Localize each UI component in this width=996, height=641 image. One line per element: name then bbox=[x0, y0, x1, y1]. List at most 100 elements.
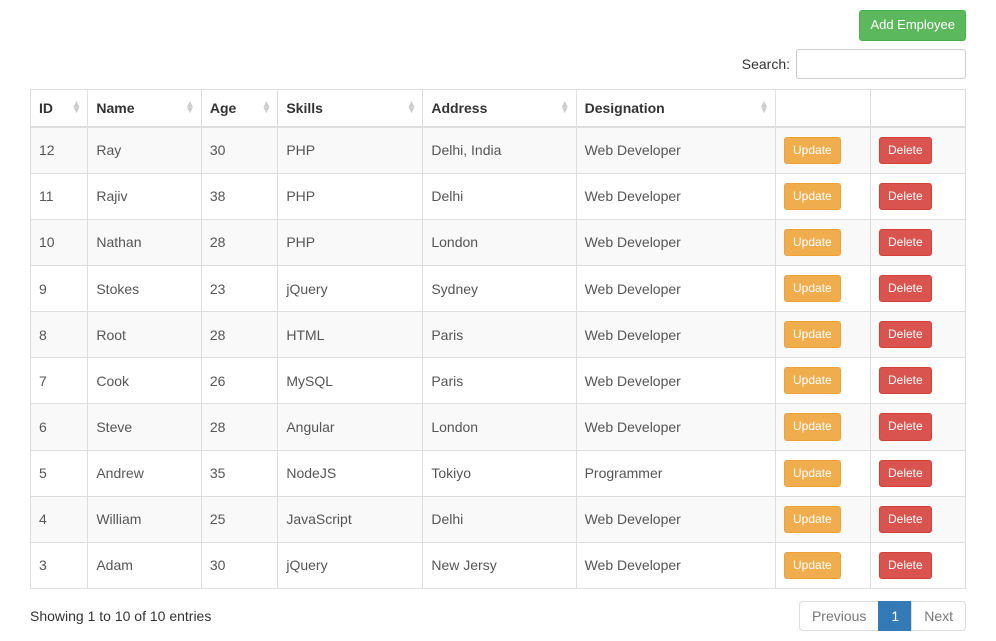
delete-button[interactable]: Delete bbox=[879, 183, 932, 210]
update-button[interactable]: Update bbox=[784, 552, 841, 579]
cell-age: 28 bbox=[201, 219, 278, 265]
cell-skills: jQuery bbox=[278, 265, 423, 311]
column-header-address[interactable]: Address ▲▼ bbox=[423, 89, 576, 127]
cell-address: Delhi bbox=[423, 173, 576, 219]
cell-address: Sydney bbox=[423, 265, 576, 311]
cell-id: 4 bbox=[31, 496, 88, 542]
cell-update: Update bbox=[776, 173, 871, 219]
delete-button[interactable]: Delete bbox=[879, 275, 932, 302]
cell-update: Update bbox=[776, 265, 871, 311]
cell-age: 25 bbox=[201, 496, 278, 542]
update-button[interactable]: Update bbox=[784, 275, 841, 302]
column-header-label: Address bbox=[431, 100, 487, 116]
column-header-label: Age bbox=[210, 100, 236, 116]
pagination-next[interactable]: Next bbox=[911, 601, 966, 631]
cell-id: 3 bbox=[31, 542, 88, 588]
sort-icon: ▲▼ bbox=[185, 102, 195, 114]
column-header-label: ID bbox=[39, 100, 53, 116]
cell-id: 11 bbox=[31, 173, 88, 219]
update-button[interactable]: Update bbox=[784, 413, 841, 440]
delete-button[interactable]: Delete bbox=[879, 460, 932, 487]
column-header-skills[interactable]: Skills▲▼ bbox=[278, 89, 423, 127]
cell-id: 5 bbox=[31, 450, 88, 496]
cell-address: New Jersy bbox=[423, 542, 576, 588]
update-button[interactable]: Update bbox=[784, 460, 841, 487]
cell-skills: JavaScript bbox=[278, 496, 423, 542]
cell-designation: Web Developer bbox=[576, 265, 775, 311]
cell-skills: PHP bbox=[278, 219, 423, 265]
update-button[interactable]: Update bbox=[784, 367, 841, 394]
pagination-previous[interactable]: Previous bbox=[799, 601, 879, 631]
table-row: 11Rajiv38PHPDelhiWeb DeveloperUpdateDele… bbox=[31, 173, 966, 219]
table-row: 9Stokes23jQuerySydneyWeb DeveloperUpdate… bbox=[31, 265, 966, 311]
table-row: 8Root28HTMLParisWeb DeveloperUpdateDelet… bbox=[31, 312, 966, 358]
cell-skills: MySQL bbox=[278, 358, 423, 404]
add-employee-button[interactable]: Add Employee bbox=[859, 10, 966, 41]
delete-button[interactable]: Delete bbox=[879, 367, 932, 394]
table-row: 10Nathan28PHPLondonWeb DeveloperUpdateDe… bbox=[31, 219, 966, 265]
cell-skills: jQuery bbox=[278, 542, 423, 588]
cell-age: 38 bbox=[201, 173, 278, 219]
cell-delete: Delete bbox=[871, 542, 966, 588]
pagination-page-1[interactable]: 1 bbox=[878, 601, 912, 631]
sort-icon: ▲▼ bbox=[71, 102, 81, 114]
table-row: 6Steve28AngularLondonWeb DeveloperUpdate… bbox=[31, 404, 966, 450]
cell-id: 7 bbox=[31, 358, 88, 404]
delete-button[interactable]: Delete bbox=[879, 413, 932, 440]
cell-delete: Delete bbox=[871, 496, 966, 542]
column-header-designation[interactable]: Designation▲▼ bbox=[576, 89, 775, 127]
cell-delete: Delete bbox=[871, 173, 966, 219]
cell-address: Paris bbox=[423, 312, 576, 358]
cell-age: 26 bbox=[201, 358, 278, 404]
cell-name: Stokes bbox=[88, 265, 202, 311]
column-header-label: Designation bbox=[585, 100, 665, 116]
search-input[interactable] bbox=[796, 49, 966, 79]
cell-id: 6 bbox=[31, 404, 88, 450]
cell-address: London bbox=[423, 219, 576, 265]
cell-skills: Angular bbox=[278, 404, 423, 450]
update-button[interactable]: Update bbox=[784, 321, 841, 348]
cell-designation: Programmer bbox=[576, 450, 775, 496]
column-header-name[interactable]: Name▲▼ bbox=[88, 89, 202, 127]
cell-name: Root bbox=[88, 312, 202, 358]
cell-name: Adam bbox=[88, 542, 202, 588]
update-button[interactable]: Update bbox=[784, 183, 841, 210]
cell-id: 8 bbox=[31, 312, 88, 358]
update-button[interactable]: Update bbox=[784, 229, 841, 256]
cell-age: 23 bbox=[201, 265, 278, 311]
sort-icon: ▲▼ bbox=[560, 102, 570, 114]
cell-designation: Web Developer bbox=[576, 219, 775, 265]
cell-skills: PHP bbox=[278, 173, 423, 219]
table-row: 7Cook26MySQLParisWeb DeveloperUpdateDele… bbox=[31, 358, 966, 404]
table-row: 4William25JavaScriptDelhiWeb DeveloperUp… bbox=[31, 496, 966, 542]
cell-age: 30 bbox=[201, 542, 278, 588]
cell-update: Update bbox=[776, 496, 871, 542]
cell-update: Update bbox=[776, 127, 871, 174]
cell-update: Update bbox=[776, 219, 871, 265]
cell-delete: Delete bbox=[871, 358, 966, 404]
update-button[interactable]: Update bbox=[784, 506, 841, 533]
cell-delete: Delete bbox=[871, 450, 966, 496]
delete-button[interactable]: Delete bbox=[879, 321, 932, 348]
delete-button[interactable]: Delete bbox=[879, 552, 932, 579]
cell-age: 28 bbox=[201, 312, 278, 358]
cell-name: Cook bbox=[88, 358, 202, 404]
cell-name: Rajiv bbox=[88, 173, 202, 219]
column-header-id[interactable]: ID ▲▼ bbox=[31, 89, 88, 127]
cell-designation: Web Developer bbox=[576, 496, 775, 542]
cell-update: Update bbox=[776, 542, 871, 588]
sort-icon: ▲▼ bbox=[261, 102, 271, 114]
delete-button[interactable]: Delete bbox=[879, 137, 932, 164]
cell-address: London bbox=[423, 404, 576, 450]
cell-delete: Delete bbox=[871, 127, 966, 174]
cell-name: William bbox=[88, 496, 202, 542]
column-header-label: Skills bbox=[286, 100, 323, 116]
cell-delete: Delete bbox=[871, 219, 966, 265]
delete-button[interactable]: Delete bbox=[879, 229, 932, 256]
delete-button[interactable]: Delete bbox=[879, 506, 932, 533]
cell-id: 12 bbox=[31, 127, 88, 174]
table-row: 3Adam30jQueryNew JersyWeb DeveloperUpdat… bbox=[31, 542, 966, 588]
update-button[interactable]: Update bbox=[784, 137, 841, 164]
column-header-age[interactable]: Age ▲▼ bbox=[201, 89, 278, 127]
table-row: 12Ray30PHPDelhi, IndiaWeb DeveloperUpdat… bbox=[31, 127, 966, 174]
